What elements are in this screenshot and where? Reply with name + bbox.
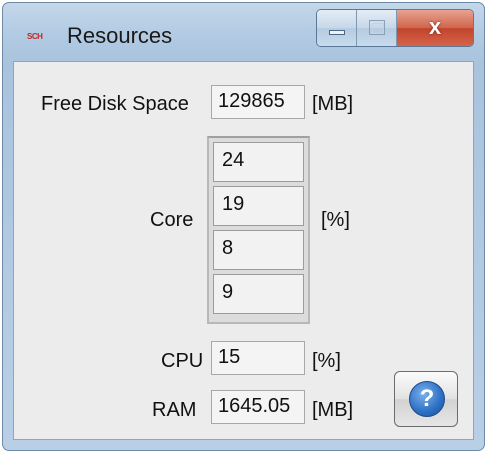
minimize-icon (329, 30, 345, 35)
help-question-icon: ? (409, 381, 445, 417)
ram-field[interactable]: 1645.05 (211, 390, 305, 424)
minimize-button[interactable] (317, 10, 357, 46)
client-area: Free Disk Space 129865 [MB] Core 24 19 8… (13, 61, 474, 440)
close-button[interactable]: x (397, 10, 473, 46)
core-3-value[interactable]: 9 (213, 274, 304, 314)
core-array: 24 19 8 9 (207, 136, 310, 324)
app-logo-icon: SCH (27, 32, 43, 41)
resources-window: SCH Resources x Free Disk Space 129865 [… (2, 2, 485, 451)
title-bar[interactable]: SCH Resources x (3, 3, 484, 61)
cpu-unit: [%] (312, 350, 341, 372)
window-title: Resources (67, 23, 173, 48)
window-controls: x (316, 9, 474, 47)
cpu-field[interactable]: 15 (211, 341, 305, 375)
ram-unit: [MB] (312, 399, 354, 421)
core-unit: [%] (321, 209, 350, 231)
core-label: Core (150, 209, 194, 231)
core-2-value[interactable]: 8 (213, 230, 304, 270)
free-disk-space-field[interactable]: 129865 (211, 85, 305, 119)
core-0-value[interactable]: 24 (213, 142, 304, 182)
ram-label: RAM (152, 399, 197, 421)
help-button[interactable]: ? (394, 371, 458, 427)
maximize-button[interactable] (357, 10, 397, 46)
close-icon: x (428, 14, 442, 39)
cpu-label: CPU (161, 350, 204, 372)
free-disk-space-label: Free Disk Space (41, 93, 189, 115)
free-disk-space-unit: [MB] (312, 93, 354, 115)
maximize-icon (369, 20, 385, 35)
core-1-value[interactable]: 19 (213, 186, 304, 226)
